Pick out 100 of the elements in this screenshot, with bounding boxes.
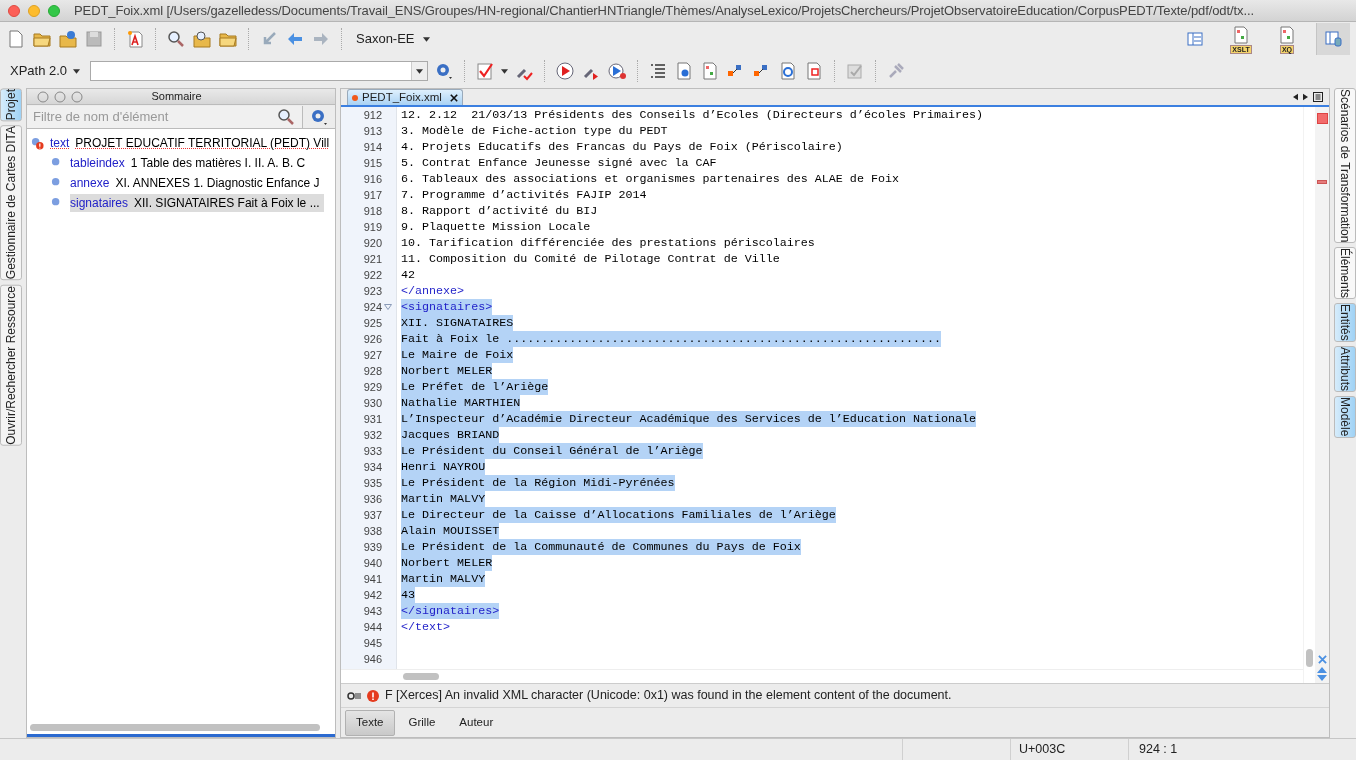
line-number: 912 <box>363 107 382 123</box>
scroll-left-icon[interactable] <box>1293 93 1298 101</box>
code-line: 7. Programme d’activités FAJIP 2014 <box>401 187 647 203</box>
line-number: 915 <box>363 155 382 171</box>
line-number: 925 <box>363 315 382 331</box>
line-number: 943 <box>363 603 382 619</box>
error-marker[interactable] <box>1317 180 1327 184</box>
element-text: XI. ANNEXES 1. Diagnostic Enfance J <box>115 175 320 192</box>
code-line: 12. 2.12 21/03/13 Présidents des Conseils d’Ecoles (Directeurs d’écoles Primaires) <box>401 107 984 123</box>
line-number: 923 <box>363 283 382 299</box>
scrollbar-thumb[interactable] <box>30 723 320 731</box>
line-number: 938 <box>363 523 382 539</box>
code-line: 5. Contrat Enfance Jeunesse signé avec la CAF <box>401 155 717 171</box>
close-window-button[interactable] <box>8 4 20 17</box>
editor-tab[interactable]: PEDT_Foix.xml <box>347 89 463 105</box>
side-tab[interactable]: Éléments <box>1334 247 1356 300</box>
line-number: 929 <box>363 379 382 395</box>
line-number: 934 <box>363 459 382 475</box>
line-number: 927 <box>363 347 382 363</box>
new-document-icon[interactable] <box>125 29 145 49</box>
line-number: 946 <box>363 651 382 667</box>
side-tab[interactable]: Gestionnaire de Cartes DITA <box>0 125 22 281</box>
side-tab[interactable]: Attributs <box>1334 346 1356 393</box>
scrollbar-thumb[interactable] <box>1306 649 1313 667</box>
element-name: signataires <box>70 195 129 212</box>
layout-icon[interactable] <box>1185 29 1205 49</box>
side-tab[interactable]: Modèle <box>1334 396 1356 438</box>
transformer-dropdown[interactable]: Saxon-EE <box>352 29 434 49</box>
element-text: PROJET EDUCATIF TERRITORIAL (PEDT) Vill <box>75 135 330 152</box>
save-icon[interactable] <box>84 29 104 49</box>
outline-node[interactable]: signataires XII. SIGNATAIRES Fait à Foix le ... <box>70 194 324 212</box>
mode-tab[interactable]: Texte <box>345 709 395 736</box>
side-tab[interactable]: Projet <box>0 88 22 122</box>
line-number: 936 <box>363 491 382 507</box>
line-number: 926 <box>363 331 382 347</box>
outline-node[interactable]: tableindex 1 Table des matières I. II. A. B. C <box>70 154 310 172</box>
caret-icon[interactable] <box>422 36 430 42</box>
debugger-icon[interactable] <box>1231 24 1251 45</box>
layout-icon[interactable] <box>1323 29 1344 49</box>
folder-search-icon[interactable] <box>192 29 212 49</box>
mode-tab[interactable]: Grille <box>398 709 446 736</box>
folder-globe-icon[interactable] <box>58 29 78 49</box>
messages-icon[interactable] <box>347 690 361 701</box>
fold-icon[interactable] <box>384 304 392 310</box>
line-number: 945 <box>363 635 382 651</box>
window-title: PEDT_Foix.xml [/Users/gazelledess/Documents/Travail_ENS/Groupes/HN-regional/ChantierHNTriangle/Thèmes/AnalyseLexico/ProjetsChercheurs/ProjetObservatoireEducation/CorpusPEDT/Texte/pdf/odt/tx... <box>74 1 1254 20</box>
line-number: 918 <box>363 203 382 219</box>
dropdown-caret-icon[interactable] <box>416 68 424 74</box>
validate-icon[interactable] <box>475 61 496 81</box>
side-tab[interactable]: Entités <box>1334 303 1356 343</box>
panel-minimize-button[interactable] <box>54 90 66 103</box>
line-number: 932 <box>363 427 382 443</box>
zoom-window-button[interactable] <box>48 4 60 17</box>
new-file-icon[interactable] <box>6 29 26 49</box>
xpath-input[interactable] <box>90 61 429 81</box>
line-number: 921 <box>363 251 382 267</box>
side-tab[interactable]: Scénarios de Transformation <box>1334 88 1356 244</box>
play-icon[interactable] <box>555 61 576 81</box>
close-icon[interactable] <box>449 93 458 102</box>
code-line: 6. Tableaux des associations et organismes partenaires des ALAE de Foix <box>401 171 899 187</box>
debugger-icon[interactable] <box>1277 24 1297 45</box>
navigate-arrows-icon[interactable] <box>1317 667 1327 681</box>
xpath-version-dropdown[interactable]: XPath 2.0 <box>6 61 85 81</box>
search-icon[interactable] <box>166 29 186 49</box>
filter-field[interactable]: Filtre de nom d'élément <box>27 105 303 128</box>
mode-tab[interactable]: Auteur <box>449 709 504 736</box>
outline-node[interactable]: annexe XI. ANNEXES 1. Diagnostic Enfance J <box>70 174 324 192</box>
line-number: 937 <box>363 507 382 523</box>
element-text: 1 Table des matières I. II. A. B. C <box>130 155 306 172</box>
scrollbar-thumb[interactable] <box>403 673 439 680</box>
panel-maximize-button[interactable] <box>71 90 83 103</box>
xml-tag: </text> <box>401 619 451 635</box>
code-line: 10. Tarification différenciée des prestations périscolaires <box>401 235 815 251</box>
element-name: annexe <box>70 175 110 192</box>
outline-node[interactable]: text PROJET EDUCATIF TERRITORIAL (PEDT) Vill <box>50 134 334 152</box>
scroll-right-icon[interactable] <box>1303 93 1308 101</box>
code-line: 11. Composition du Comité de Pilotage Contrat de Ville <box>401 251 780 267</box>
perspective-button[interactable] <box>1316 23 1350 55</box>
cursor-position: 924 : 1 <box>1128 739 1356 760</box>
code-line: 42 <box>401 267 416 283</box>
element-name: text <box>50 135 70 152</box>
code-line: 9. Plaquette Mission Locale <box>401 219 591 235</box>
code-line: 8. Rapport d’activité du BIJ <box>401 203 598 219</box>
panel-close-button[interactable] <box>37 90 49 103</box>
debug-icon[interactable] <box>607 61 628 81</box>
list-icon[interactable] <box>1313 92 1323 102</box>
caret-icon[interactable] <box>501 68 509 74</box>
error-icon <box>367 689 379 702</box>
code-line: 4. Projets Educatifs des Francas du Pays de Foix (Périscolaire) <box>401 139 843 155</box>
search-icon[interactable] <box>276 106 296 127</box>
line-number: 920 <box>363 235 382 251</box>
line-number: 933 <box>363 443 382 459</box>
line-number: 928 <box>363 363 382 379</box>
caret-icon[interactable] <box>73 68 81 74</box>
settings-icon[interactable] <box>434 61 455 81</box>
error-marker[interactable] <box>1316 113 1328 124</box>
line-number: 919 <box>363 219 382 235</box>
line-number: 944 <box>363 619 382 635</box>
side-tab[interactable]: Ouvrir/Rechercher Ressource <box>0 284 22 446</box>
error-node-icon <box>31 136 44 150</box>
